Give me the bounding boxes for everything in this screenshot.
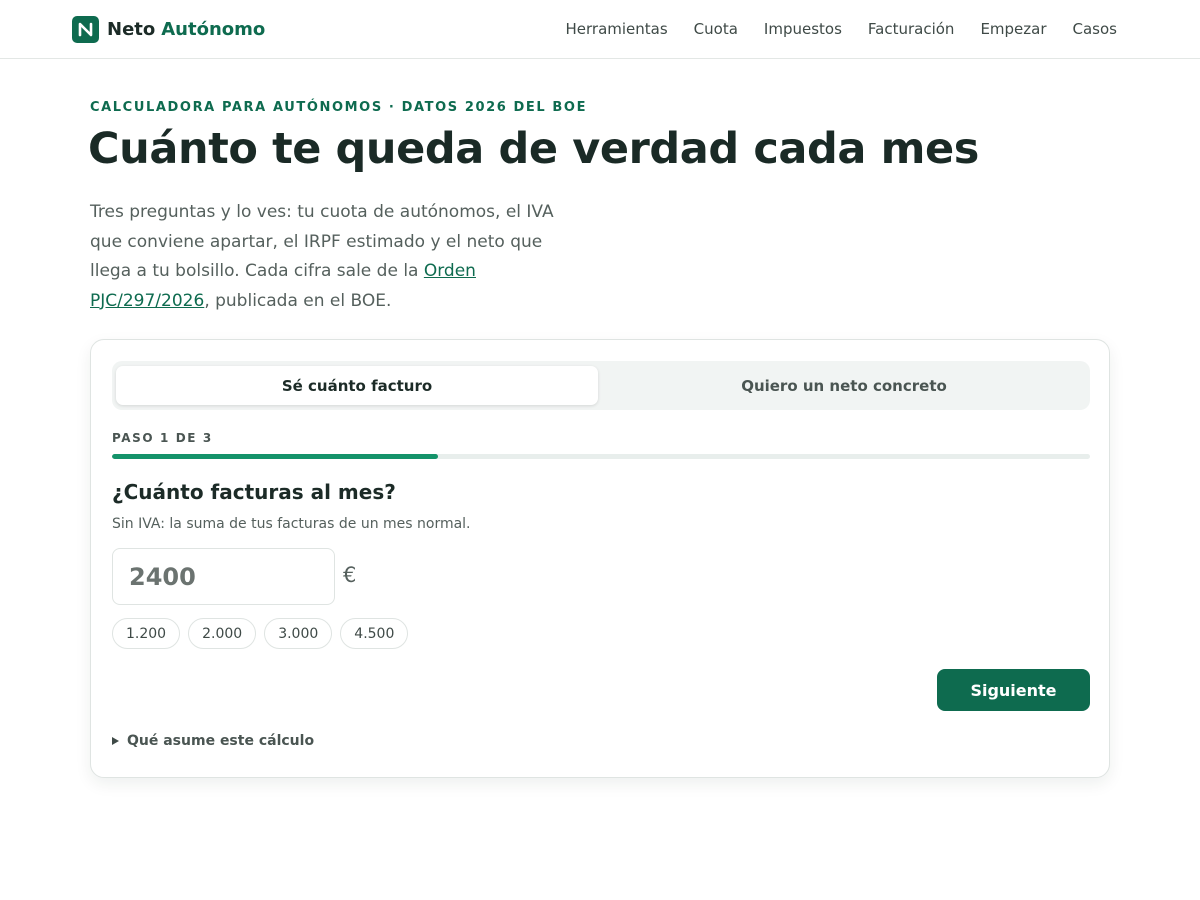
intro-text-after: , publicada en el BOE. <box>204 290 392 311</box>
nav-item-cuota[interactable]: Cuota <box>694 20 738 38</box>
next-button[interactable]: Siguiente <box>937 669 1090 711</box>
main-nav: Herramientas Cuota Impuestos Facturación… <box>565 20 1117 38</box>
tab-se-cuanto-facturo[interactable]: Sé cuánto facturo <box>116 366 598 405</box>
preset-chip-4500[interactable]: 4.500 <box>340 618 409 649</box>
disclosure-triangle-icon <box>112 737 119 745</box>
hero-intro: Tres preguntas y lo ves: tu cuota de aut… <box>90 198 560 316</box>
preset-chip-2000[interactable]: 2.000 <box>188 618 257 649</box>
hero-eyebrow: CALCULADORA PARA AUTÓNOMOS · DATOS 2026 … <box>90 100 588 115</box>
preset-chip-1200[interactable]: 1.200 <box>112 618 181 649</box>
brand[interactable]: Neto Autónomo <box>72 16 265 43</box>
calculator-card: Sé cuánto facturo Quiero un neto concret… <box>90 339 1110 778</box>
nav-item-empezar[interactable]: Empezar <box>980 20 1046 38</box>
brand-name: Neto Autónomo <box>107 19 265 40</box>
intro-text: Tres preguntas y lo ves: tu cuota de aut… <box>90 202 554 281</box>
brand-logo-icon <box>72 16 99 43</box>
progress-bar <box>112 454 1090 459</box>
step-question: ¿Cuánto facturas al mes? <box>112 480 396 504</box>
monthly-billing-input[interactable] <box>112 548 335 605</box>
preset-amounts: 1.200 2.000 3.000 4.500 <box>112 618 409 649</box>
nav-item-impuestos[interactable]: Impuestos <box>764 20 842 38</box>
page-title: Cuánto te queda de verdad cada mes <box>88 124 979 174</box>
assumptions-toggle[interactable]: Qué asume este cálculo <box>112 733 314 749</box>
currency-symbol: € <box>343 563 357 587</box>
nav-item-herramientas[interactable]: Herramientas <box>565 20 667 38</box>
step-indicator: PASO 1 DE 3 <box>112 431 213 445</box>
step-helper-text: Sin IVA: la suma de tus facturas de un m… <box>112 516 471 532</box>
brand-name-accent: Autónomo <box>161 19 266 40</box>
brand-name-primary: Neto <box>107 19 156 40</box>
assumptions-label: Qué asume este cálculo <box>127 733 315 749</box>
mode-switch: Sé cuánto facturo Quiero un neto concret… <box>112 361 1090 410</box>
logo-glyph-icon <box>78 22 93 37</box>
nav-item-casos[interactable]: Casos <box>1073 20 1117 38</box>
tab-quiero-neto-concreto[interactable]: Quiero un neto concreto <box>602 366 1086 405</box>
nav-item-facturacion[interactable]: Facturación <box>868 20 955 38</box>
progress-bar-fill <box>112 454 438 459</box>
preset-chip-3000[interactable]: 3.000 <box>264 618 333 649</box>
site-header: Neto Autónomo Herramientas Cuota Impuesto… <box>0 0 1200 59</box>
